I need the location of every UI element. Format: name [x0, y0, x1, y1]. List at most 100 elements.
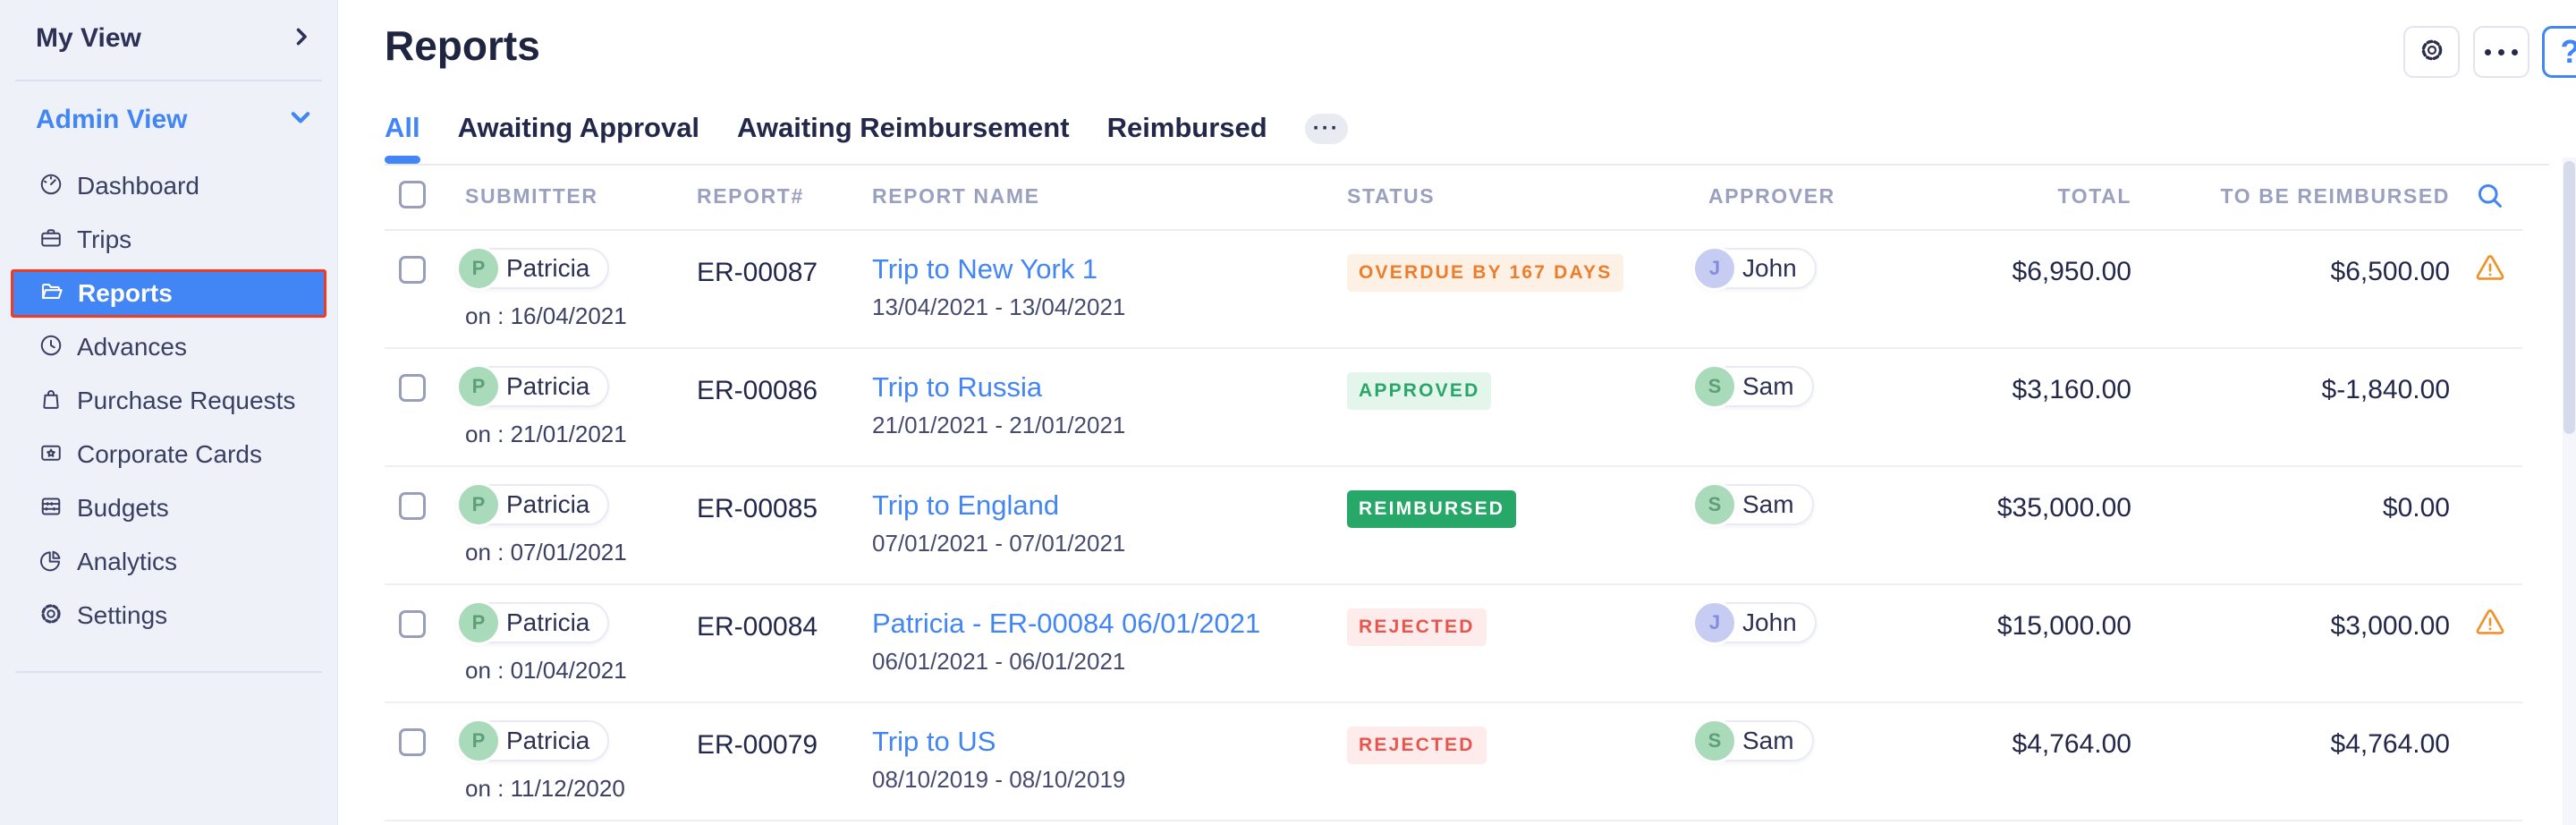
- sidebar-item-analytics[interactable]: Analytics: [0, 535, 337, 589]
- approver-name: John: [1742, 254, 1797, 283]
- submitter-pill[interactable]: P Patricia: [456, 484, 609, 525]
- report-number: ER-00087: [697, 258, 818, 288]
- approver-pill[interactable]: S Sam: [1692, 484, 1814, 525]
- row-checkbox[interactable]: [399, 374, 426, 402]
- approver-pill[interactable]: J John: [1692, 248, 1817, 289]
- scrollbar-thumb[interactable]: [2563, 161, 2575, 434]
- approver-name: John: [1742, 608, 1797, 637]
- table-row: P Patricia on : 07/01/2021 ER-00085 Trip…: [385, 467, 2522, 585]
- status-badge: REIMBURSED: [1347, 490, 1516, 528]
- help-label: ?: [2561, 33, 2576, 71]
- to-be-reimbursed-amount: $3,000.00: [2331, 611, 2450, 642]
- report-name-link[interactable]: Trip to England: [872, 489, 1059, 522]
- column-header-total: TOTAL: [2057, 184, 2131, 208]
- sidebar-divider: [15, 80, 322, 81]
- chevron-right-icon: [289, 24, 314, 54]
- avatar: S: [1692, 364, 1737, 409]
- sidebar-header-my-view[interactable]: My View: [36, 23, 314, 54]
- tab-all[interactable]: All: [385, 112, 420, 164]
- gear-icon: [2418, 36, 2446, 69]
- submitter-name: Patricia: [506, 727, 589, 755]
- column-header-to-be-reimbursed: TO BE REIMBURSED: [2221, 184, 2450, 208]
- sidebar-item-label: Advances: [77, 333, 187, 361]
- total-amount: $6,950.00: [2012, 257, 2131, 287]
- folder-icon: [38, 278, 65, 310]
- sidebar-menu: Dashboard Trips Reports Advances Purchas: [0, 159, 337, 642]
- column-header-report-name: REPORT NAME: [872, 184, 1040, 208]
- report-date-range: 07/01/2021 - 07/01/2021: [872, 530, 1125, 557]
- sidebar-item-label: Analytics: [77, 548, 177, 576]
- submitter-pill[interactable]: P Patricia: [456, 720, 609, 761]
- sidebar-item-label: Settings: [77, 601, 167, 630]
- table-row: P Patricia on : 01/04/2021 ER-00084 Patr…: [385, 585, 2522, 703]
- sidebar-header-admin-view[interactable]: Admin View: [36, 104, 314, 135]
- sidebar-item-dashboard[interactable]: Dashboard: [0, 159, 337, 213]
- sidebar: My View Admin View Dashboard Trips: [0, 0, 338, 825]
- row-checkbox[interactable]: [399, 256, 426, 284]
- sidebar-item-purchase-requests[interactable]: Purchase Requests: [0, 374, 337, 428]
- report-date-range: 08/10/2019 - 08/10/2019: [872, 766, 1125, 794]
- report-name-link[interactable]: Trip to New York 1: [872, 253, 1097, 285]
- select-all-checkbox[interactable]: [399, 181, 426, 208]
- help-button[interactable]: ?: [2542, 26, 2576, 78]
- avatar: J: [1692, 246, 1737, 291]
- sidebar-item-trips[interactable]: Trips: [0, 213, 337, 267]
- sidebar-divider: [15, 671, 322, 673]
- sidebar-item-settings[interactable]: Settings: [0, 589, 337, 642]
- settings-button[interactable]: [2403, 26, 2460, 78]
- submitter-pill[interactable]: P Patricia: [456, 248, 609, 289]
- report-number: ER-00086: [697, 376, 818, 406]
- dashboard-icon: [38, 171, 64, 202]
- status-badge: REJECTED: [1347, 727, 1487, 764]
- search-icon[interactable]: [2474, 180, 2506, 217]
- table-row: P Patricia on : 11/12/2020 ER-00079 Trip…: [385, 703, 2522, 821]
- avatar: J: [1692, 600, 1737, 645]
- approver-name: Sam: [1742, 490, 1794, 519]
- sidebar-item-label: Budgets: [77, 494, 169, 523]
- row-checkbox[interactable]: [399, 492, 426, 520]
- admin-view-label: Admin View: [36, 105, 187, 135]
- report-name-link[interactable]: Patricia - ER-00084 06/01/2021: [872, 608, 1260, 640]
- ellipsis-icon: [2485, 49, 2518, 55]
- sidebar-item-budgets[interactable]: Budgets: [0, 481, 337, 535]
- sidebar-item-advances[interactable]: Advances: [0, 320, 337, 374]
- tab-awaiting-reimbursement[interactable]: Awaiting Reimbursement: [737, 112, 1070, 164]
- submitter-pill[interactable]: P Patricia: [456, 602, 609, 643]
- column-header-approver: APPROVER: [1708, 184, 1835, 208]
- report-date-range: 06/01/2021 - 06/01/2021: [872, 648, 1125, 676]
- table-row: P Patricia on : 21/01/2021 ER-00086 Trip…: [385, 349, 2522, 467]
- submitter-name: Patricia: [506, 490, 589, 519]
- tab-awaiting-approval[interactable]: Awaiting Approval: [458, 112, 699, 164]
- to-be-reimbursed-amount: $4,764.00: [2331, 729, 2450, 760]
- row-checkbox[interactable]: [399, 728, 426, 756]
- avatar: S: [1692, 719, 1737, 763]
- tab-reimbursed[interactable]: Reimbursed: [1107, 112, 1267, 164]
- to-be-reimbursed-amount: $-1,840.00: [2322, 375, 2450, 405]
- more-tabs-button[interactable]: ···: [1305, 114, 1348, 144]
- sidebar-item-label: Purchase Requests: [77, 387, 295, 415]
- submitted-on: on : 01/04/2021: [465, 657, 627, 685]
- submitter-pill[interactable]: P Patricia: [456, 366, 609, 407]
- more-actions-button[interactable]: [2473, 26, 2529, 78]
- avatar: P: [456, 246, 501, 291]
- gear-icon: [38, 600, 64, 632]
- abacus-icon: [38, 493, 64, 524]
- table-header: SUBMITTER REPORT# REPORT NAME STATUS APP…: [385, 174, 2522, 231]
- approver-pill[interactable]: J John: [1692, 602, 1817, 643]
- warning-icon: [2473, 606, 2507, 642]
- row-checkbox[interactable]: [399, 610, 426, 638]
- report-name-link[interactable]: Trip to US: [872, 726, 996, 758]
- avatar: P: [456, 364, 501, 409]
- my-view-label: My View: [36, 23, 141, 54]
- approver-pill[interactable]: S Sam: [1692, 366, 1814, 407]
- report-name-link[interactable]: Trip to Russia: [872, 371, 1042, 404]
- sidebar-item-reports[interactable]: Reports: [11, 269, 326, 318]
- report-number: ER-00084: [697, 612, 818, 642]
- sidebar-item-corporate-cards[interactable]: Corporate Cards: [0, 428, 337, 481]
- column-header-submitter: SUBMITTER: [465, 184, 598, 208]
- submitted-on: on : 07/01/2021: [465, 539, 627, 566]
- report-number: ER-00085: [697, 494, 818, 524]
- approver-pill[interactable]: S Sam: [1692, 720, 1814, 761]
- tabs-divider: [385, 164, 2549, 166]
- avatar: P: [456, 600, 501, 645]
